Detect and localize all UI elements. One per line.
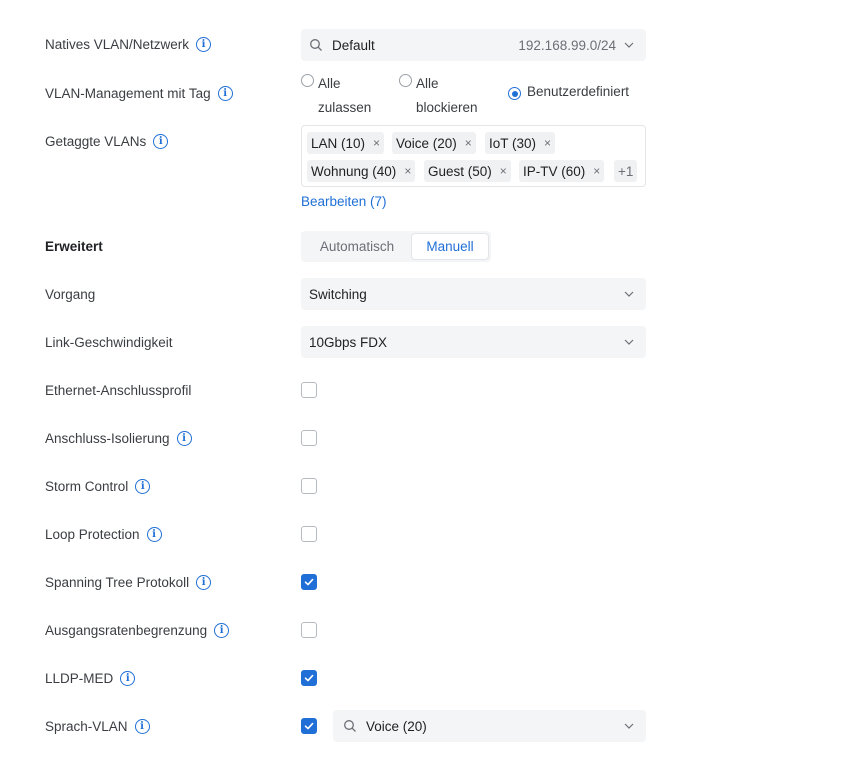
voice-vlan-select[interactable]: Voice (20) xyxy=(333,710,646,742)
check-icon xyxy=(304,578,314,586)
info-icon[interactable]: i xyxy=(196,37,212,52)
link-speed-value: 10Gbps FDX xyxy=(309,334,388,350)
checkbox-checked[interactable] xyxy=(301,574,317,590)
link-speed-label: Link-Geschwindigkeit xyxy=(45,335,173,350)
tag-voice: Voice (20) × xyxy=(392,132,476,154)
voice-vlan-value: Voice (20) xyxy=(366,718,427,734)
setting-label: Sprach-VLAN i xyxy=(45,719,150,734)
setting-label: Spanning Tree Protokoll i xyxy=(45,575,212,590)
edit-vlans-link[interactable]: Bearbeiten (7) xyxy=(301,194,387,209)
native-vlan-subnet: 192.168.99.0/24 xyxy=(518,37,616,53)
checkbox[interactable] xyxy=(301,478,317,494)
remove-tag-icon[interactable]: × xyxy=(465,136,472,150)
operation-label: Vorgang xyxy=(45,287,96,302)
check-icon xyxy=(304,674,314,682)
link-speed-select[interactable]: 10Gbps FDX xyxy=(301,326,646,358)
setting-label: Loop Protection i xyxy=(45,527,162,542)
native-vlan-select[interactable]: Default 192.168.99.0/24 xyxy=(301,29,646,61)
checkbox-checked[interactable] xyxy=(301,670,317,686)
radio-custom[interactable]: Benutzerdefiniert xyxy=(508,84,629,100)
radio-button-selected[interactable] xyxy=(508,87,521,100)
remove-tag-icon[interactable]: × xyxy=(373,136,380,150)
setting-label: Ethernet-Anschlussprofil xyxy=(45,383,192,398)
tag-iptv: IP-TV (60) × xyxy=(519,160,605,182)
setting-label: Storm Control i xyxy=(45,479,151,494)
operation-select[interactable]: Switching xyxy=(301,278,646,310)
tag-wohnung: Wohnung (40) × xyxy=(307,160,416,182)
search-icon xyxy=(310,39,322,51)
info-icon[interactable]: i xyxy=(153,134,169,149)
chevron-down-icon xyxy=(624,291,634,297)
tag-lan: LAN (10) × xyxy=(307,132,385,154)
chevron-down-icon xyxy=(624,339,634,345)
info-icon[interactable]: i xyxy=(146,527,162,542)
info-icon[interactable]: i xyxy=(120,671,136,686)
operation-value: Switching xyxy=(309,286,367,302)
checkbox[interactable] xyxy=(301,382,317,398)
info-icon[interactable]: i xyxy=(176,431,192,446)
setting-label: Anschluss-Isolierung i xyxy=(45,431,192,446)
setting-label: Ausgangsratenbegrenzung i xyxy=(45,623,230,638)
more-tags-badge[interactable]: +1 xyxy=(614,160,638,182)
vlan-management-label: VLAN-Management mit Tag i xyxy=(45,86,233,101)
native-vlan-value: Default xyxy=(332,37,375,53)
checkbox[interactable] xyxy=(301,526,317,542)
tagged-vlans-label: Getaggte VLANs i xyxy=(45,134,169,149)
advanced-mode-toggle: Automatisch Manuell xyxy=(301,231,491,262)
tag-iot: IoT (30) × xyxy=(485,132,556,154)
native-vlan-label: Natives VLAN/Netzwerk i xyxy=(45,37,212,52)
checkbox-checked[interactable] xyxy=(301,718,317,734)
info-icon[interactable]: i xyxy=(196,575,212,590)
checkbox[interactable] xyxy=(301,430,317,446)
checkbox[interactable] xyxy=(301,622,317,638)
advanced-label: Erweitert xyxy=(45,239,103,254)
remove-tag-icon[interactable]: × xyxy=(500,164,507,178)
search-icon xyxy=(344,720,356,732)
info-icon[interactable]: i xyxy=(217,86,233,101)
tagged-vlans-input[interactable]: LAN (10) × Voice (20) × IoT (30) × Wohnung … xyxy=(301,125,646,187)
mode-automatic[interactable]: Automatisch xyxy=(303,233,411,260)
tag-guest: Guest (50) × xyxy=(424,160,511,182)
mode-manual[interactable]: Manuell xyxy=(411,233,489,260)
info-icon[interactable]: i xyxy=(214,623,230,638)
radio-button[interactable] xyxy=(399,74,412,87)
chevron-down-icon xyxy=(624,723,634,729)
radio-allow-all[interactable]: Alle zulassen xyxy=(301,72,371,120)
remove-tag-icon[interactable]: × xyxy=(544,136,551,150)
info-icon[interactable]: i xyxy=(134,719,150,734)
info-icon[interactable]: i xyxy=(135,479,151,494)
check-icon xyxy=(304,722,314,730)
remove-tag-icon[interactable]: × xyxy=(593,164,600,178)
chevron-down-icon xyxy=(624,42,634,48)
remove-tag-icon[interactable]: × xyxy=(404,164,411,178)
radio-button[interactable] xyxy=(301,74,314,87)
setting-label: LLDP-MED i xyxy=(45,671,136,686)
radio-block-all[interactable]: Alle blockieren xyxy=(399,72,478,120)
